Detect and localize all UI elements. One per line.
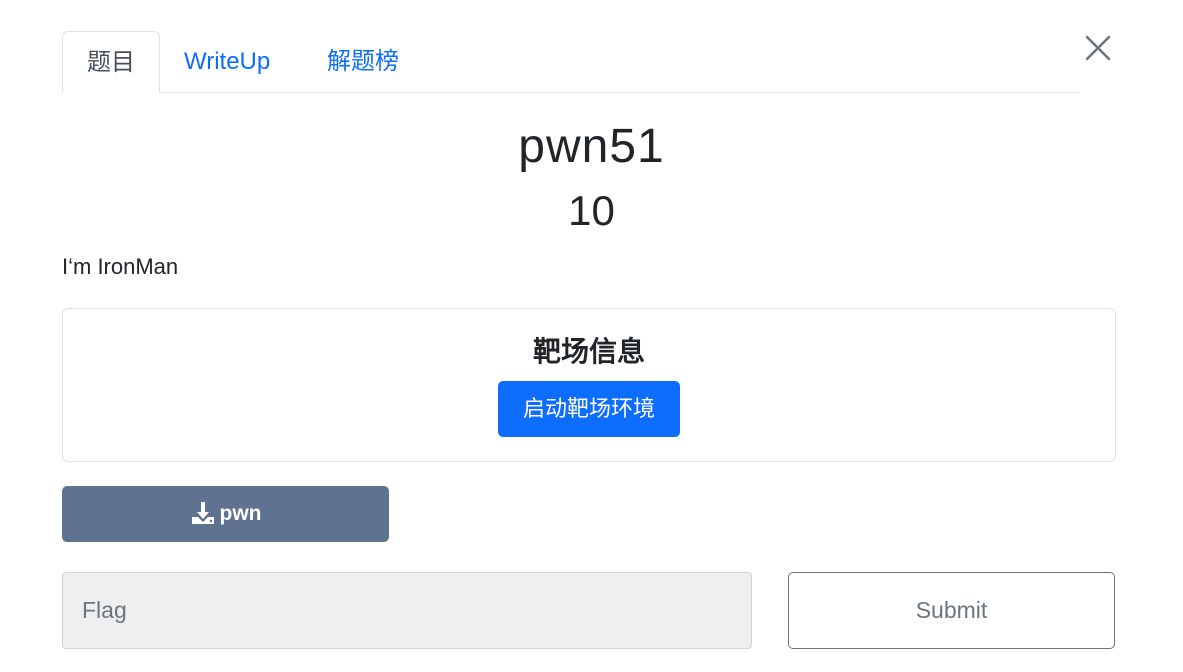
download-file-label: pwn (219, 502, 262, 525)
tab-writeup[interactable]: WriteUp (184, 31, 270, 92)
challenge-modal: 题目 WriteUp 解题榜 pwn51 10 I‘m IronMan 靶场信息… (0, 0, 1183, 672)
close-button[interactable] (1082, 32, 1114, 64)
download-file-button[interactable]: pwn (62, 486, 389, 542)
environment-panel: 靶场信息 启动靶场环境 (62, 308, 1116, 462)
tab-solves[interactable]: 解题榜 (327, 31, 399, 92)
download-icon (191, 502, 214, 524)
start-environment-button[interactable]: 启动靶场环境 (498, 381, 680, 437)
challenge-name: pwn51 (518, 120, 665, 173)
tab-bar: 题目 WriteUp 解题榜 (62, 31, 1080, 93)
close-icon (1085, 35, 1111, 61)
submit-button[interactable]: Submit (788, 572, 1115, 649)
tab-challenge[interactable]: 题目 (62, 31, 160, 93)
flag-input[interactable] (62, 572, 752, 649)
challenge-points: 10 (568, 187, 615, 234)
challenge-description: I‘m IronMan (62, 254, 179, 279)
environment-title: 靶场信息 (532, 336, 645, 367)
